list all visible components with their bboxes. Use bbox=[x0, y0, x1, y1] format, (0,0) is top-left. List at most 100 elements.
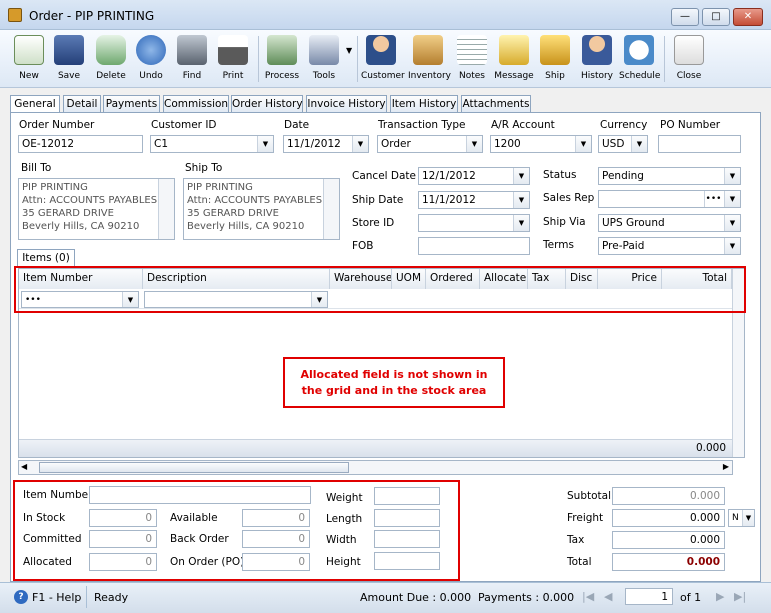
ship-date-label: Ship Date bbox=[352, 194, 404, 206]
ar-account-select[interactable]: 1200 ▼ bbox=[490, 135, 592, 153]
delete-button[interactable]: Delete bbox=[91, 33, 131, 85]
undo-button[interactable]: Undo bbox=[131, 33, 171, 85]
items-horizontal-scrollbar[interactable]: ◀ ▶ bbox=[18, 460, 733, 475]
po-number-field[interactable] bbox=[658, 135, 741, 153]
tab-commission[interactable]: Commission bbox=[163, 95, 229, 113]
toolbar-separator bbox=[357, 36, 358, 82]
freight-code-select[interactable]: N ▼ bbox=[728, 509, 755, 527]
subtotal-label: Subtotal bbox=[567, 490, 611, 502]
ship-via-select[interactable]: UPS Ground ▼ bbox=[598, 214, 741, 232]
chevron-down-icon[interactable]: ▼ bbox=[352, 136, 368, 152]
chevron-down-icon[interactable]: ▼ bbox=[513, 168, 529, 184]
fob-field[interactable] bbox=[418, 237, 530, 255]
first-page-icon[interactable]: |◀ bbox=[582, 590, 594, 603]
chevron-down-icon[interactable]: ▼ bbox=[257, 136, 273, 152]
tools-button[interactable]: Tools bbox=[304, 33, 344, 85]
currency-select[interactable]: USD ▼ bbox=[598, 135, 648, 153]
status-bar: ? F1 - Help Ready Amount Due : 0.000 Pay… bbox=[0, 582, 771, 613]
close-icon bbox=[674, 35, 704, 65]
bill-to-address[interactable]: PIP PRINTING Attn: ACCOUNTS PAYABLES 35 … bbox=[18, 178, 175, 240]
find-button[interactable]: Find bbox=[172, 33, 212, 85]
history-button[interactable]: History bbox=[577, 33, 617, 85]
process-button[interactable]: Process bbox=[262, 33, 302, 85]
next-page-icon[interactable]: ▶ bbox=[716, 590, 724, 603]
new-button[interactable]: New bbox=[9, 33, 49, 85]
tools-dropdown-icon[interactable]: ▼ bbox=[346, 46, 352, 55]
order-number-field[interactable]: OE-12012 bbox=[18, 135, 143, 153]
forklift-icon bbox=[540, 35, 570, 65]
lookup-ellipsis-button[interactable]: ••• bbox=[704, 191, 722, 207]
grid-header-highlight bbox=[14, 266, 746, 313]
chevron-down-icon[interactable]: ▼ bbox=[575, 136, 591, 152]
undo-icon bbox=[136, 35, 166, 65]
toolbar-separator bbox=[258, 36, 259, 82]
tab-order-history[interactable]: Order History bbox=[231, 95, 303, 113]
chevron-down-icon[interactable]: ▼ bbox=[724, 215, 740, 231]
schedule-button[interactable]: Schedule bbox=[619, 33, 660, 85]
notes-button[interactable]: Notes bbox=[452, 33, 492, 85]
terms-label: Terms bbox=[543, 239, 574, 251]
chevron-down-icon[interactable]: ▼ bbox=[724, 168, 740, 184]
order-number-label: Order Number bbox=[19, 119, 95, 131]
scroll-left-icon[interactable]: ◀ bbox=[21, 462, 27, 471]
cancel-date-field[interactable]: 12/1/2012 ▼ bbox=[418, 167, 530, 185]
page-number-field[interactable]: 1 bbox=[625, 588, 673, 605]
tab-attachments[interactable]: Attachments bbox=[461, 95, 531, 113]
maximize-button[interactable]: □ bbox=[702, 8, 730, 26]
status-divider bbox=[86, 586, 87, 608]
help-label[interactable]: F1 - Help bbox=[32, 591, 81, 604]
title-bar: Order - PIP PRINTING — □ ✕ bbox=[0, 0, 771, 30]
sales-rep-select[interactable]: ••• ▼ bbox=[598, 190, 741, 208]
prev-page-icon[interactable]: ◀ bbox=[604, 590, 612, 603]
stock-item-number-label: Item Number bbox=[23, 489, 93, 501]
subtotal-value: 0.000 bbox=[612, 487, 725, 505]
scroll-right-icon[interactable]: ▶ bbox=[723, 462, 729, 471]
committed-value: 0 bbox=[89, 530, 157, 548]
stock-item-number-field bbox=[89, 486, 311, 504]
customer-id-field[interactable]: C1 ▼ bbox=[150, 135, 274, 153]
tab-invoice-history[interactable]: Invoice History bbox=[306, 95, 387, 113]
bill-to-label: Bill To bbox=[21, 162, 52, 174]
weight-label: Weight bbox=[326, 492, 363, 504]
tax-label: Tax bbox=[567, 534, 585, 546]
store-id-select[interactable]: ▼ bbox=[418, 214, 530, 232]
close-button[interactable]: Close bbox=[669, 33, 709, 85]
chevron-down-icon[interactable]: ▼ bbox=[724, 191, 740, 207]
last-page-icon[interactable]: ▶| bbox=[734, 590, 746, 603]
chevron-down-icon[interactable]: ▼ bbox=[724, 238, 740, 254]
tab-detail[interactable]: Detail bbox=[63, 95, 101, 113]
chevron-down-icon[interactable]: ▼ bbox=[513, 192, 529, 208]
message-button[interactable]: Message bbox=[494, 33, 534, 85]
ship-button[interactable]: Ship bbox=[535, 33, 575, 85]
date-field[interactable]: 11/1/2012 ▼ bbox=[283, 135, 369, 153]
ship-to-scrollbar[interactable] bbox=[323, 179, 339, 239]
tab-item-history[interactable]: Item History bbox=[390, 95, 458, 113]
chevron-down-icon[interactable]: ▼ bbox=[742, 510, 754, 526]
page-count: of 1 bbox=[680, 591, 702, 604]
customer-icon bbox=[366, 35, 396, 65]
terms-select[interactable]: Pre-Paid ▼ bbox=[598, 237, 741, 255]
chevron-down-icon[interactable]: ▼ bbox=[513, 215, 529, 231]
scroll-thumb[interactable] bbox=[39, 462, 349, 473]
print-button[interactable]: Print bbox=[213, 33, 253, 85]
status-select[interactable]: Pending ▼ bbox=[598, 167, 741, 185]
currency-label: Currency bbox=[600, 119, 648, 131]
customer-button[interactable]: Customer bbox=[361, 33, 405, 85]
minimize-button[interactable]: — bbox=[671, 8, 699, 26]
chevron-down-icon[interactable]: ▼ bbox=[466, 136, 482, 152]
inventory-button[interactable]: Inventory bbox=[408, 33, 451, 85]
ready-status: Ready bbox=[94, 591, 129, 604]
close-window-button[interactable]: ✕ bbox=[733, 8, 763, 26]
width-label: Width bbox=[326, 534, 357, 546]
freight-field[interactable]: 0.000 bbox=[612, 509, 725, 527]
bill-to-scrollbar[interactable] bbox=[158, 179, 174, 239]
ship-to-address[interactable]: PIP PRINTING Attn: ACCOUNTS PAYABLES 35 … bbox=[183, 178, 340, 240]
help-icon: ? bbox=[14, 590, 28, 604]
customer-id-label: Customer ID bbox=[151, 119, 217, 131]
ship-date-field[interactable]: 11/1/2012 ▼ bbox=[418, 191, 530, 209]
tools-icon bbox=[309, 35, 339, 65]
transaction-type-select[interactable]: Order ▼ bbox=[377, 135, 483, 153]
save-button[interactable]: Save bbox=[49, 33, 89, 85]
chevron-down-icon[interactable]: ▼ bbox=[631, 136, 647, 152]
tab-payments[interactable]: Payments bbox=[103, 95, 160, 113]
